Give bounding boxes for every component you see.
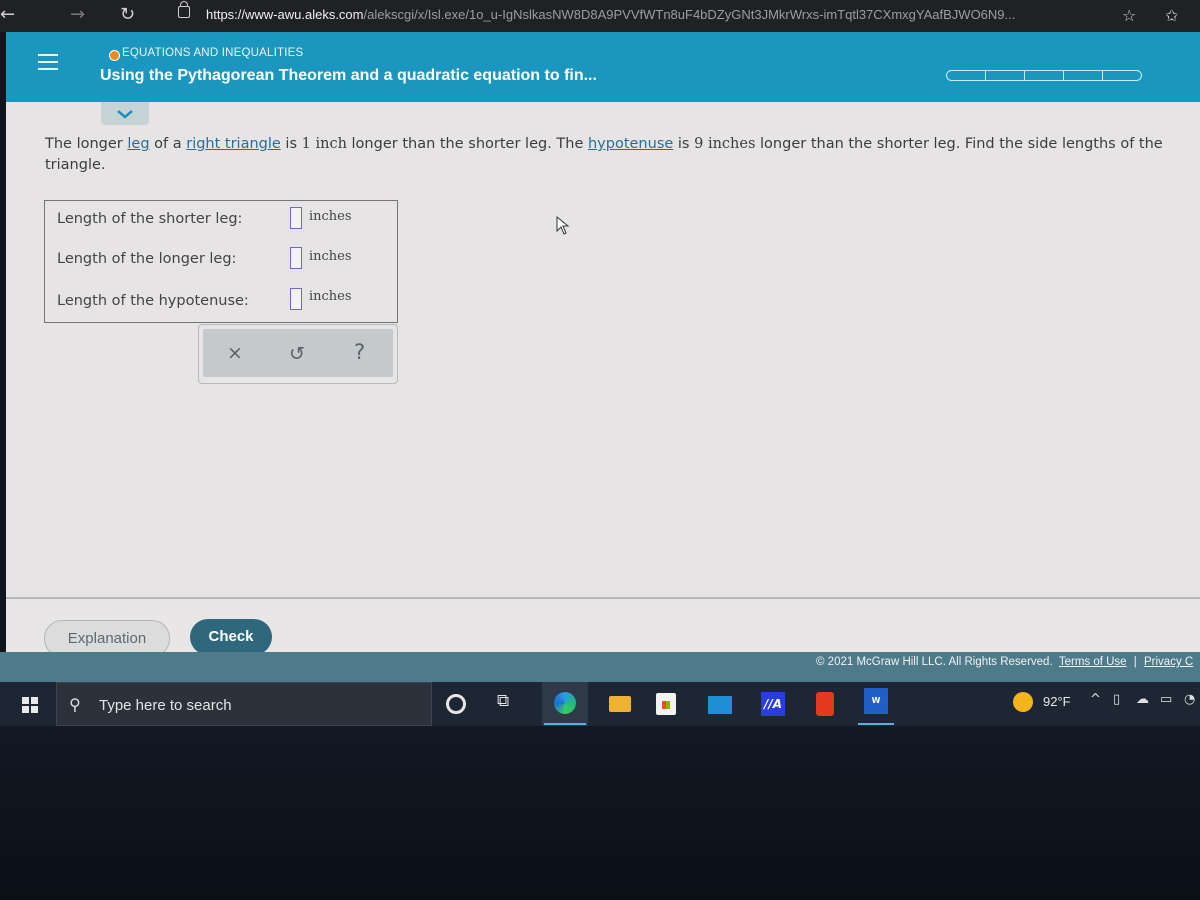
back-arrow-icon[interactable]: ←: [0, 4, 15, 25]
app-ma-icon[interactable]: //A: [761, 692, 785, 716]
problem-number: 1: [301, 136, 311, 152]
problem-text: is: [673, 136, 695, 152]
office-icon[interactable]: [816, 692, 834, 716]
longer-leg-input[interactable]: [290, 247, 302, 269]
answer-box: Length of the shorter leg: inches Length…: [44, 200, 398, 323]
search-icon: ⚲: [69, 695, 81, 714]
search-placeholder: Type here to search: [99, 697, 232, 714]
unit-label: inches: [309, 249, 352, 264]
progress-segment: [1063, 70, 1103, 81]
problem-statement: The longer leg of a right triangle is 1 …: [45, 134, 1195, 176]
windows-start-icon[interactable]: [22, 697, 38, 713]
cortana-icon[interactable]: [446, 694, 466, 714]
problem-number: 9: [694, 136, 704, 152]
link-hypotenuse[interactable]: hypotenuse: [588, 136, 673, 152]
clear-icon[interactable]: ×: [227, 342, 243, 364]
active-indicator: [858, 723, 894, 725]
chevron-down-icon: [117, 110, 133, 119]
topic-header: EQUATIONS AND INEQUALITIES Using the Pyt…: [6, 32, 1200, 102]
copyright-text: © 2021 McGraw Hill LLC. All Rights Reser…: [816, 656, 1193, 668]
problem-text: is: [280, 136, 302, 152]
answer-tools: × ↺ ?: [198, 324, 398, 384]
undo-icon[interactable]: ↺: [289, 343, 305, 365]
chevron-up-icon[interactable]: ^: [1090, 692, 1101, 707]
separator: |: [1133, 656, 1137, 668]
word-icon[interactable]: W: [864, 688, 888, 714]
help-icon[interactable]: ?: [354, 340, 365, 364]
url-path: /alekscgi/x/Isl.exe/1o_u-IgNslkasNW8D8A9…: [363, 7, 1016, 22]
weather-temperature[interactable]: 92°F: [1043, 694, 1071, 709]
edge-browser-icon[interactable]: [554, 692, 576, 714]
browser-toolbar: ← → ↻ https://www-awu.aleks.com/alekscgi…: [0, 0, 1200, 32]
copyright-bar: © 2021 McGraw Hill LLC. All Rights Reser…: [0, 652, 1200, 682]
progress-segment: [985, 70, 1025, 81]
laptop-bezel: [0, 726, 1200, 900]
wifi-icon[interactable]: ◔: [1184, 692, 1195, 707]
progress-segment: [1024, 70, 1064, 81]
taskbar-search-box[interactable]: ⚲ Type here to search: [56, 682, 432, 726]
file-explorer-icon[interactable]: [609, 696, 631, 712]
unit-label: inches: [309, 289, 352, 304]
favorites-list-icon[interactable]: ✩: [1165, 6, 1178, 25]
problem-unit: inch: [310, 136, 347, 152]
address-bar[interactable]: https://www-awu.aleks.com/alekscgi/x/Isl…: [206, 7, 1015, 22]
topic-status-dot: [109, 50, 120, 61]
answer-label: Length of the longer leg:: [57, 251, 237, 267]
problem-unit: inches: [703, 136, 756, 152]
lock-icon[interactable]: [178, 1, 190, 18]
add-favorite-icon[interactable]: ☆: [1122, 6, 1136, 25]
answer-label: Length of the hypotenuse:: [57, 293, 249, 309]
problem-text: The longer: [45, 136, 128, 152]
answer-tools-inner: × ↺ ?: [203, 329, 393, 377]
phone-link-icon[interactable]: ▯: [1113, 692, 1120, 707]
problem-text: of a: [149, 136, 187, 152]
link-right-triangle[interactable]: right triangle: [186, 136, 281, 152]
battery-icon[interactable]: ▭: [1160, 692, 1172, 707]
topic-category: EQUATIONS AND INEQUALITIES: [122, 47, 304, 59]
terms-of-use-link[interactable]: Terms of Use: [1059, 656, 1127, 668]
copyright-notice: © 2021 McGraw Hill LLC. All Rights Reser…: [816, 656, 1053, 668]
shorter-leg-input[interactable]: [290, 207, 302, 229]
unit-label: inches: [309, 209, 352, 224]
microsoft-store-icon[interactable]: [656, 693, 676, 715]
weather-sun-icon[interactable]: [1013, 692, 1033, 712]
collapse-toggle[interactable]: [101, 102, 149, 125]
privacy-link[interactable]: Privacy C: [1144, 656, 1193, 668]
active-indicator: [544, 723, 586, 725]
progress-segment: [1102, 70, 1142, 81]
progress-bar: [946, 70, 1142, 81]
link-leg[interactable]: leg: [127, 136, 149, 152]
url-host: https://www-awu.aleks.com: [206, 7, 364, 22]
problem-area: The longer leg of a right triangle is 1 …: [6, 102, 1200, 597]
problem-text: longer than the shorter leg. The: [346, 136, 588, 152]
hamburger-menu-icon[interactable]: [38, 54, 58, 75]
progress-segment: [946, 70, 986, 81]
topic-title: Using the Pythagorean Theorem and a quad…: [100, 67, 597, 84]
windows-taskbar: ⚲ Type here to search ⧉ //A W 92°F ^ ▯ ☁…: [0, 682, 1200, 726]
mail-icon[interactable]: [708, 696, 732, 714]
forward-arrow-icon[interactable]: →: [70, 4, 85, 25]
hypotenuse-input[interactable]: [290, 288, 302, 310]
answer-label: Length of the shorter leg:: [57, 211, 243, 227]
mouse-cursor-icon: [556, 216, 570, 235]
check-button[interactable]: Check: [190, 619, 272, 655]
onedrive-cloud-icon[interactable]: ☁: [1136, 692, 1149, 707]
task-view-icon[interactable]: ⧉: [497, 691, 521, 715]
refresh-icon[interactable]: ↻: [120, 4, 135, 25]
